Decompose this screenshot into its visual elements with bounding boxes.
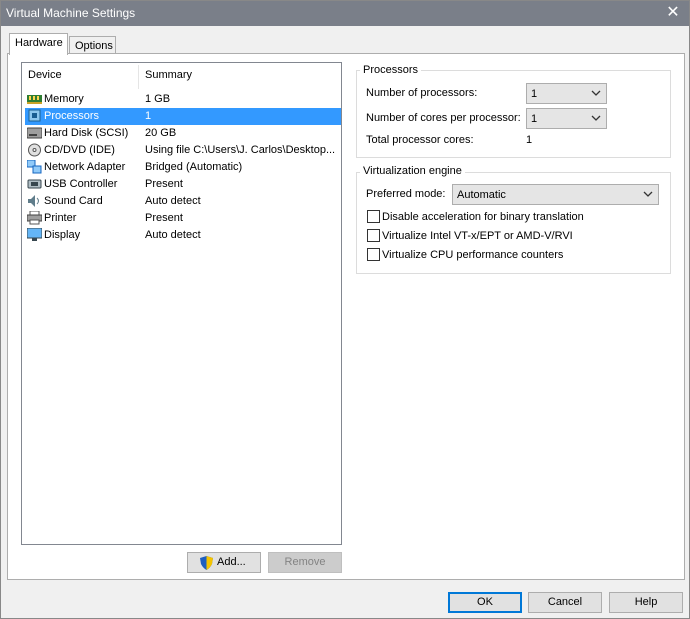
close-icon[interactable]: ✕: [663, 3, 683, 23]
virtualize-perf-counters-label[interactable]: Virtualize CPU performance counters: [382, 249, 563, 261]
memory-icon: [27, 95, 42, 104]
num-processors-label: Number of processors:: [366, 87, 478, 99]
virtualize-vtx-checkbox[interactable]: [367, 229, 380, 242]
list-item-display[interactable]: Display Auto detect: [25, 227, 341, 244]
list-item-processors[interactable]: Processors 1: [25, 108, 341, 125]
preferred-mode-value: Automatic: [457, 189, 506, 201]
device-name: Hard Disk (SCSI): [44, 127, 129, 139]
chevron-down-icon: [643, 191, 653, 197]
disable-binary-translation-label[interactable]: Disable acceleration for binary translat…: [382, 211, 584, 223]
device-summary: Present: [145, 212, 183, 224]
device-summary: Using file C:\Users\J. Carlos\Desktop...: [145, 144, 336, 156]
list-item-cd-dvd[interactable]: CD/DVD (IDE) Using file C:\Users\J. Carl…: [25, 142, 341, 159]
ok-button-label: OK: [477, 596, 493, 608]
tab-hardware-label: Hardware: [15, 37, 63, 49]
tab-options-label: Options: [75, 40, 113, 52]
device-summary: Present: [145, 178, 183, 190]
device-name: Printer: [44, 212, 77, 224]
num-processors-select[interactable]: 1: [526, 83, 607, 104]
device-summary: 1: [145, 110, 152, 122]
preferred-mode-select[interactable]: Automatic: [452, 184, 659, 205]
help-button[interactable]: Help: [609, 592, 683, 613]
list-item-memory[interactable]: Memory 1 GB: [25, 91, 341, 108]
sound-card-icon: [28, 195, 39, 207]
device-name: Processors: [44, 110, 100, 122]
virtualization-group-title: Virtualization engine: [360, 165, 465, 177]
cd-dvd-icon: [28, 143, 41, 157]
virtualize-vtx-label[interactable]: Virtualize Intel VT-x/EPT or AMD-V/RVI: [382, 230, 573, 242]
list-item-printer[interactable]: Printer Present: [25, 210, 341, 227]
total-cores-label: Total processor cores:: [366, 134, 474, 146]
title-bar: Virtual Machine Settings ✕: [1, 1, 689, 26]
device-summary: Bridged (Automatic): [145, 161, 243, 173]
window-title: Virtual Machine Settings: [6, 6, 136, 20]
add-button-label: Add...: [217, 556, 246, 568]
shield-icon: [200, 556, 213, 570]
list-item-hard-disk[interactable]: Hard Disk (SCSI) 20 GB: [25, 125, 341, 142]
device-name: USB Controller: [44, 178, 118, 190]
ok-button[interactable]: OK: [448, 592, 522, 613]
display-icon: [27, 228, 42, 241]
device-summary: 20 GB: [145, 127, 177, 139]
network-adapter-icon: [27, 160, 42, 174]
chevron-down-icon: [591, 115, 601, 121]
remove-button-label: Remove: [284, 556, 326, 568]
device-name: Network Adapter: [44, 161, 126, 173]
printer-icon: [27, 211, 42, 225]
device-name: CD/DVD (IDE): [44, 144, 115, 156]
hard-disk-icon: [27, 127, 42, 139]
list-item-usb-controller[interactable]: USB Controller Present: [25, 176, 341, 193]
processors-group-title: Processors: [360, 64, 422, 76]
column-divider[interactable]: [138, 65, 139, 89]
num-processors-value: 1: [531, 88, 538, 100]
cancel-button[interactable]: Cancel: [528, 592, 602, 613]
device-summary: Auto detect: [145, 229, 201, 241]
virtualize-perf-counters-checkbox[interactable]: [367, 248, 380, 261]
remove-button[interactable]: Remove: [268, 552, 342, 573]
list-item-sound-card[interactable]: Sound Card Auto detect: [25, 193, 341, 210]
list-item-network-adapter[interactable]: Network Adapter Bridged (Automatic): [25, 159, 341, 176]
device-name: Sound Card: [44, 195, 103, 207]
preferred-mode-label: Preferred mode:: [366, 188, 446, 200]
device-summary: 1 GB: [145, 93, 171, 105]
total-cores-value: 1: [526, 134, 533, 146]
cores-per-processor-label: Number of cores per processor:: [366, 112, 521, 124]
column-header-device[interactable]: Device: [28, 69, 62, 81]
disable-binary-translation-checkbox[interactable]: [367, 210, 380, 223]
chevron-down-icon: [591, 90, 601, 96]
cores-per-processor-value: 1: [531, 113, 538, 125]
add-button[interactable]: Add...: [187, 552, 261, 573]
device-name: Display: [44, 229, 81, 241]
usb-icon: [27, 179, 42, 189]
column-header-summary[interactable]: Summary: [145, 69, 192, 81]
device-name: Memory: [44, 93, 84, 105]
vm-settings-window: Virtual Machine Settings ✕ Hardware Opti…: [0, 0, 690, 619]
cores-per-processor-select[interactable]: 1: [526, 108, 607, 129]
device-summary: Auto detect: [145, 195, 201, 207]
help-button-label: Help: [634, 596, 658, 608]
tab-hardware[interactable]: Hardware: [9, 33, 68, 55]
processor-icon: [28, 109, 41, 122]
cancel-button-label: Cancel: [547, 596, 583, 608]
tab-options[interactable]: Options: [69, 36, 116, 53]
